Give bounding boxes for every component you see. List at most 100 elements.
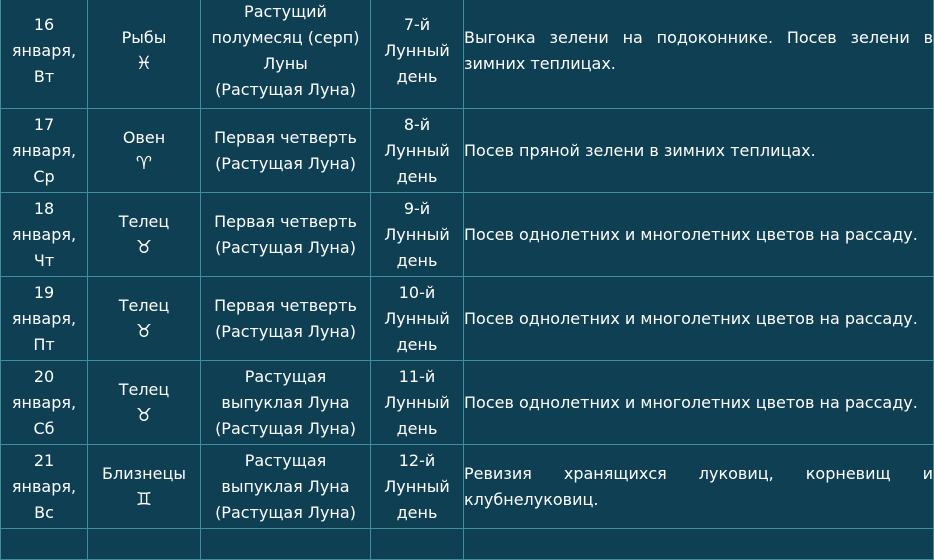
zodiac-cell: Телец ♉︎ [87, 276, 201, 361]
moon-phase-line: выпуклая Луна [221, 392, 350, 412]
date-number: 19 [33, 282, 55, 302]
table-row: 17 января, Ср Овен ♈︎ Первая четверть (Р… [0, 108, 934, 193]
table-row: 21 января, Вс Близнецы ♊︎ Растущая выпук… [0, 444, 934, 529]
garden-work-cell: Посев однолетних и многолетних цветов на… [463, 192, 934, 277]
moon-phase-cell: Первая четверть (Растущая Луна) [200, 108, 371, 193]
moon-phase-cell: Растущий полумесяц (серп) Луны (Растущая… [200, 0, 371, 109]
lunar-day-cell: 8-й Лунный день [370, 108, 464, 193]
moon-phase-cell [200, 528, 371, 560]
moon-phase-line: (Растущая Луна) [215, 79, 356, 99]
date-cell: 21 января, Вс [0, 444, 88, 529]
date-weekday: Вт [33, 66, 55, 86]
date-month: января, [11, 224, 77, 244]
moon-phase-line: Луны [263, 53, 308, 73]
date-weekday: Ср [33, 166, 55, 186]
garden-work-cell: Выгонка зелени на подоконнике. Посев зел… [463, 0, 934, 109]
zodiac-cell: Близнецы ♊︎ [87, 444, 201, 529]
lunar-day-label: день [396, 166, 438, 186]
zodiac-cell: Телец ♉︎ [87, 360, 201, 445]
moon-phase-line: (Растущая Луна) [215, 502, 356, 522]
moon-phase-line: Первая четверть [214, 211, 357, 231]
lunar-day-label: Лунный [384, 224, 450, 244]
zodiac-name: Телец [118, 295, 170, 315]
lunar-day-number: 11-й [398, 366, 436, 386]
date-weekday: Вс [34, 502, 54, 522]
zodiac-cell: Телец ♉︎ [87, 192, 201, 277]
date-number: 18 [33, 198, 55, 218]
lunar-day-label: Лунный [384, 140, 450, 160]
zodiac-name: Овен [122, 127, 166, 147]
moon-phase-line: Растущий [244, 1, 327, 21]
lunar-day-number: 12-й [398, 450, 436, 470]
date-cell: 20 января, Сб [0, 360, 88, 445]
zodiac-name: Рыбы [121, 27, 167, 47]
table-row: 16 января, Вт Рыбы ♓︎ Растущий полумесяц… [0, 0, 934, 109]
lunar-day-number: 7-й [403, 14, 431, 34]
date-number: 16 [33, 14, 55, 34]
moon-phase-line: Первая четверть [214, 127, 357, 147]
lunar-calendar-table: 16 января, Вт Рыбы ♓︎ Растущий полумесяц… [0, 0, 934, 560]
table-row [0, 528, 934, 560]
garden-work-cell [463, 528, 934, 560]
moon-phase-cell: Растущая выпуклая Луна (Растущая Луна) [200, 444, 371, 529]
moon-phase-line: (Растущая Луна) [215, 418, 356, 438]
aries-icon: ♈︎ [135, 152, 153, 174]
lunar-day-cell: 11-й Лунный день [370, 360, 464, 445]
lunar-day-cell: 9-й Лунный день [370, 192, 464, 277]
date-weekday: Пт [33, 334, 55, 354]
table-row: 19 января, Пт Телец ♉︎ Первая четверть (… [0, 276, 934, 361]
taurus-icon: ♉︎ [135, 404, 153, 426]
date-month: января, [11, 392, 77, 412]
date-cell: 19 января, Пт [0, 276, 88, 361]
date-number: 21 [33, 450, 55, 470]
moon-phase-line: Первая четверть [214, 295, 357, 315]
zodiac-cell [87, 528, 201, 560]
moon-phase-cell: Растущая выпуклая Луна (Растущая Луна) [200, 360, 371, 445]
table-row: 20 января, Сб Телец ♉︎ Растущая выпуклая… [0, 360, 934, 445]
lunar-day-number: 9-й [403, 198, 431, 218]
moon-phase-line: (Растущая Луна) [215, 153, 356, 173]
zodiac-name: Телец [118, 379, 170, 399]
lunar-day-label: день [396, 418, 438, 438]
taurus-icon: ♉︎ [135, 236, 153, 258]
garden-work-cell: Посев пряной зелени в зимних теплицах. [463, 108, 934, 193]
lunar-day-label: Лунный [384, 308, 450, 328]
date-cell [0, 528, 88, 560]
zodiac-cell: Рыбы ♓︎ [87, 0, 201, 109]
moon-phase-line: Растущая [244, 366, 327, 386]
zodiac-name: Телец [118, 211, 170, 231]
lunar-day-label: Лунный [384, 476, 450, 496]
lunar-day-label: Лунный [384, 40, 450, 60]
lunar-day-label: день [396, 334, 438, 354]
date-number: 20 [33, 366, 55, 386]
date-month: января, [11, 476, 77, 496]
gemini-icon: ♊︎ [135, 488, 153, 510]
date-month: января, [11, 40, 77, 60]
lunar-day-cell: 12-й Лунный день [370, 444, 464, 529]
lunar-day-label: Лунный [384, 392, 450, 412]
garden-work-cell: Ревизия хранящихся луковиц, корневищ и к… [463, 444, 934, 529]
garden-work-cell: Посев однолетних и многолетних цветов на… [463, 360, 934, 445]
lunar-day-cell: 10-й Лунный день [370, 276, 464, 361]
lunar-day-label: день [396, 502, 438, 522]
lunar-day-label: день [396, 250, 438, 270]
date-weekday: Чт [33, 250, 55, 270]
taurus-icon: ♉︎ [135, 320, 153, 342]
date-cell: 16 января, Вт [0, 0, 88, 109]
moon-phase-line: полумесяц (серп) [211, 27, 360, 47]
date-month: января, [11, 140, 77, 160]
date-cell: 18 января, Чт [0, 192, 88, 277]
moon-phase-line: выпуклая Луна [221, 476, 350, 496]
moon-phase-line: Растущая [244, 450, 327, 470]
lunar-day-number: 8-й [403, 114, 431, 134]
lunar-day-cell [370, 528, 464, 560]
date-weekday: Сб [33, 418, 55, 438]
date-month: января, [11, 308, 77, 328]
date-number: 17 [33, 114, 55, 134]
garden-work-cell: Посев однолетних и многолетних цветов на… [463, 276, 934, 361]
moon-phase-line: (Растущая Луна) [215, 237, 356, 257]
lunar-day-number: 10-й [398, 282, 436, 302]
date-cell: 17 января, Ср [0, 108, 88, 193]
table-row: 18 января, Чт Телец ♉︎ Первая четверть (… [0, 192, 934, 277]
pisces-icon: ♓︎ [135, 52, 153, 74]
